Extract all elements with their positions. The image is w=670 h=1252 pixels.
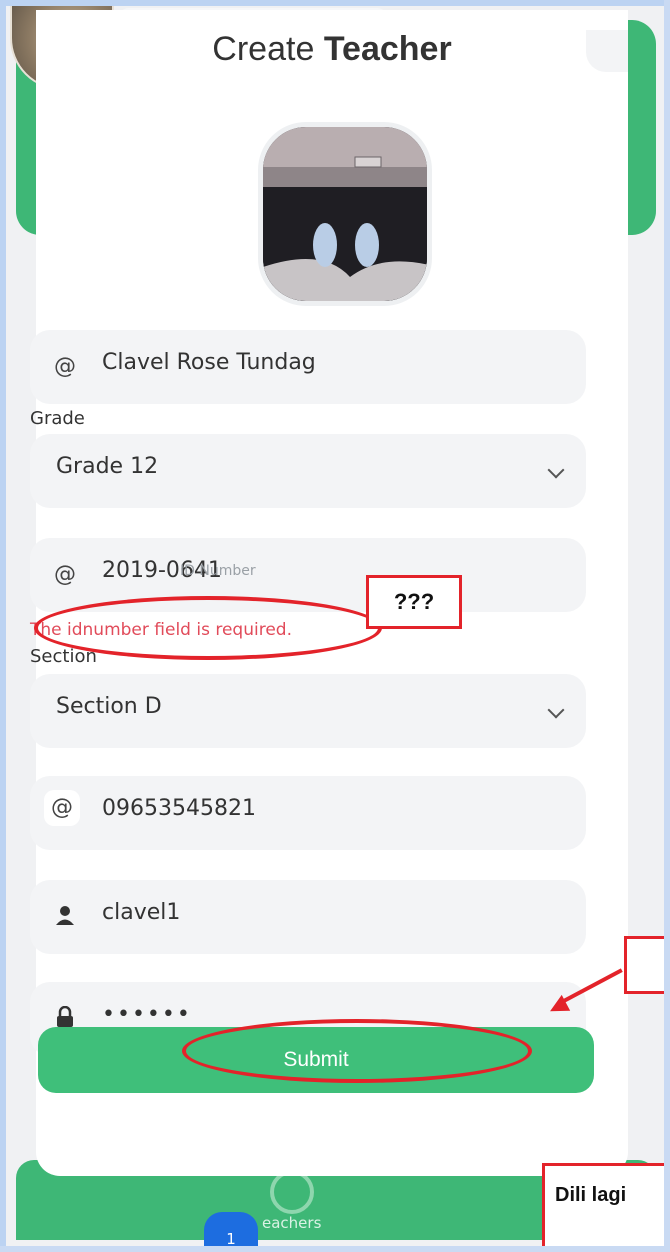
modal-title: Create Teacher [36, 30, 628, 69]
tab-label-teachers: eachers [262, 1214, 322, 1232]
user-icon [52, 904, 78, 930]
chevron-down-icon [547, 701, 565, 719]
frame-border [0, 0, 670, 6]
frame-border [0, 0, 6, 1252]
name-value: Clavel Rose Tundag [102, 350, 316, 375]
profile-photo[interactable] [258, 122, 432, 306]
section-select[interactable]: Section D [30, 674, 586, 748]
contact-field[interactable]: @ 09653545821 [30, 776, 586, 850]
grade-select[interactable]: Grade 12 [30, 434, 586, 508]
question-annotation: ??? [366, 575, 462, 629]
frame-border [664, 0, 670, 1252]
at-icon: @ [54, 354, 76, 379]
name-field[interactable]: @ Clavel Rose Tundag [30, 330, 586, 404]
username-field[interactable]: clavel1 [30, 880, 586, 954]
at-icon: @ [54, 562, 76, 587]
chevron-down-icon [547, 461, 565, 479]
at-icon: @ [44, 790, 80, 826]
teachers-tab-icon [270, 1170, 314, 1214]
grade-value: Grade 12 [56, 454, 159, 479]
grade-label: Grade [30, 408, 85, 429]
idnumber-placeholder-ghost: ID Number [180, 563, 256, 579]
section-label: Section [30, 646, 97, 667]
section-value: Section D [56, 694, 162, 719]
dili-lagi-annotation: Dili lagi [542, 1163, 670, 1252]
idnumber-error: The idnumber field is required. [30, 620, 292, 640]
title-bold: Teacher [323, 30, 452, 68]
idnumber-field[interactable]: @ 2019-0641 ID Number [30, 538, 586, 612]
username-value: clavel1 [102, 900, 181, 925]
password-value: •••••• [102, 1002, 192, 1027]
frame-border [0, 1246, 670, 1252]
contact-value: 09653545821 [102, 796, 256, 821]
photo-image [263, 127, 427, 301]
title-light: Create [212, 30, 315, 68]
submit-button[interactable]: Submit [38, 1027, 594, 1093]
